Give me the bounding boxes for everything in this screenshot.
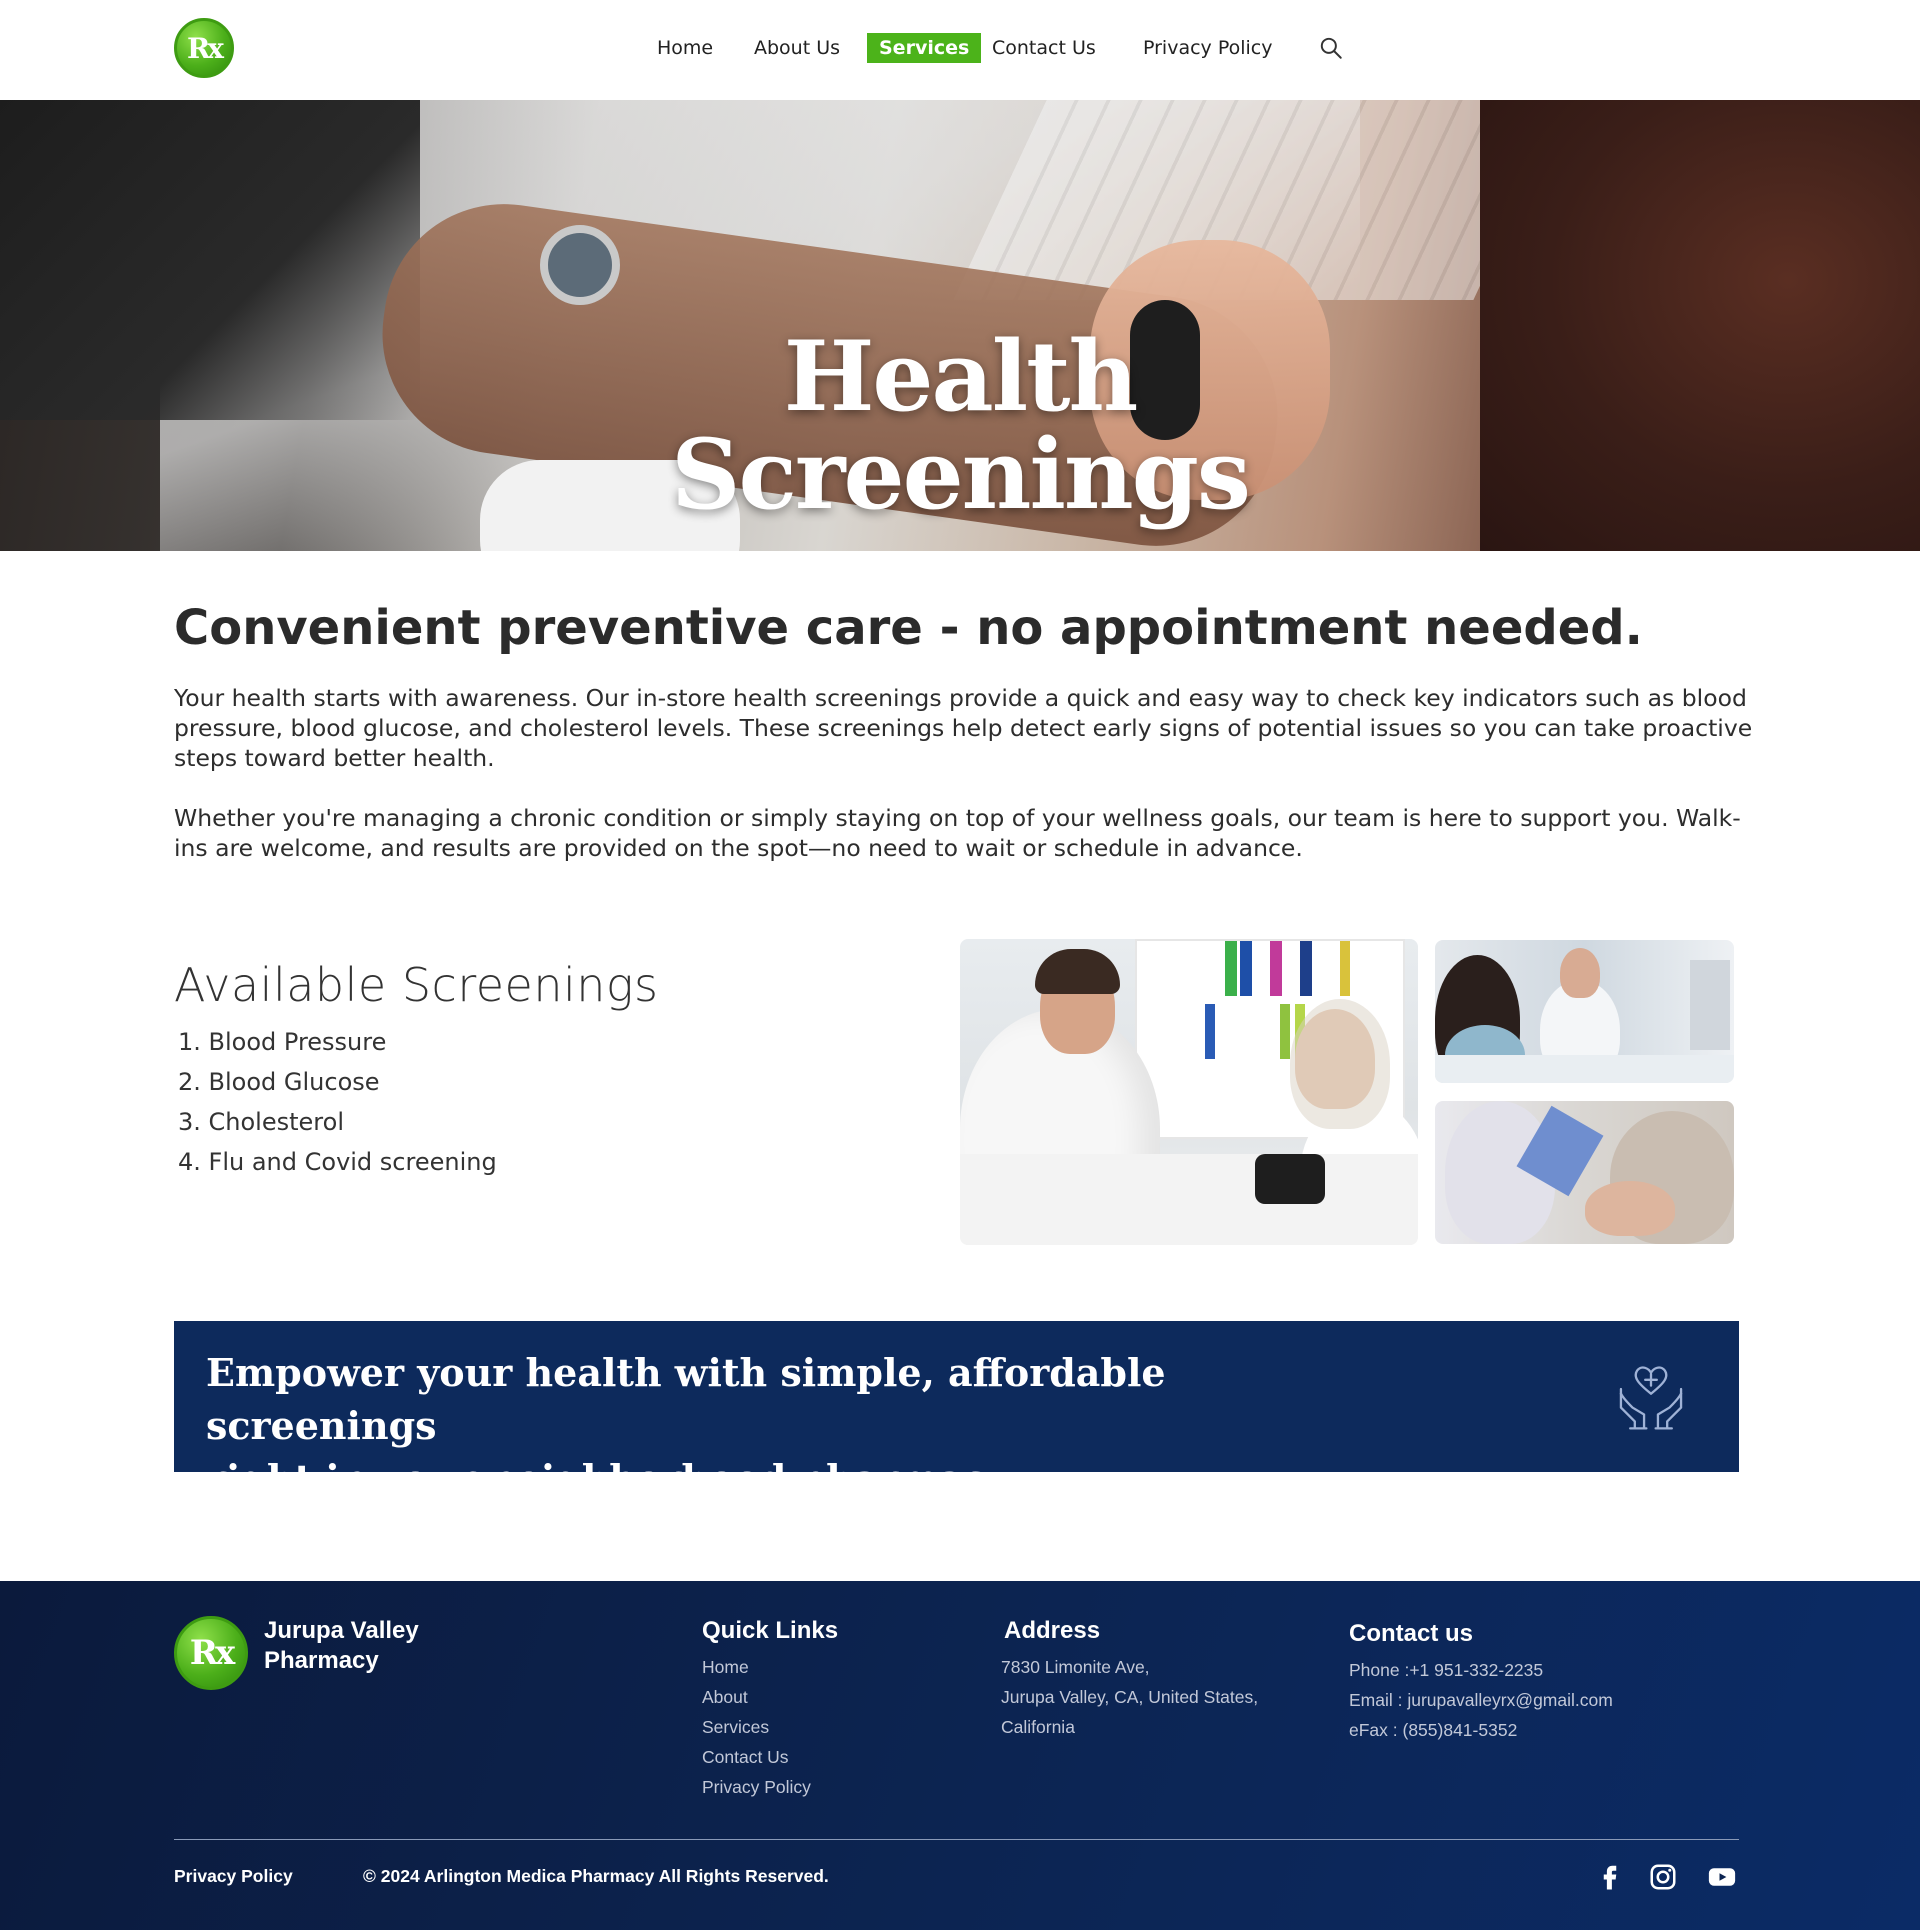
- screenings-list: 1. Blood Pressure 2. Blood Glucose 3. Ch…: [178, 1022, 497, 1182]
- footer-link-contact-us[interactable]: Contact Us: [702, 1747, 789, 1768]
- contact-fax: eFax : (855)841-5352: [1349, 1720, 1518, 1740]
- nav-contact-us[interactable]: Contact Us: [992, 33, 1096, 63]
- hero-banner: Health Screenings: [0, 100, 1920, 551]
- footer-logo-text: Rx: [189, 1633, 235, 1673]
- hands-heart-care-icon: [1619, 1366, 1683, 1430]
- address-line: California: [1001, 1717, 1075, 1737]
- screening-item: 1. Blood Pressure: [178, 1028, 387, 1056]
- address-line: Jurupa Valley, CA, United States,: [1001, 1687, 1259, 1707]
- nav-home[interactable]: Home: [657, 33, 713, 63]
- site-footer: Rx Jurupa Valley Pharmacy Quick Links Ho…: [0, 1581, 1920, 1930]
- banner-line-2: right in your neighborhood pharmacy.: [206, 1456, 1018, 1501]
- copyright-text: © 2024 Arlington Medica Pharmacy All Rig…: [363, 1866, 829, 1886]
- quick-links-heading: Quick Links: [702, 1617, 839, 1644]
- photo-doctor-clipboard: [1435, 1101, 1734, 1244]
- photo-doctor-consultation: [1435, 940, 1734, 1083]
- hero-title-line2: Screenings: [671, 418, 1251, 531]
- hero-title: Health Screenings: [0, 328, 1920, 524]
- facebook-icon[interactable]: [1595, 1862, 1625, 1892]
- intro-paragraph-1: Your health starts with awareness. Our i…: [174, 684, 1753, 772]
- contact-phone[interactable]: Phone :+1 951-332-2235: [1349, 1660, 1543, 1681]
- footer-privacy-policy-link[interactable]: Privacy Policy: [174, 1866, 293, 1887]
- search-icon[interactable]: [1318, 35, 1344, 61]
- hero-title-line1: Health: [783, 320, 1139, 433]
- nav-about-us[interactable]: About Us: [754, 33, 840, 63]
- screening-item: 3. Cholesterol: [178, 1108, 344, 1136]
- cta-banner: Empower your health with simple, afforda…: [174, 1321, 1739, 1501]
- stethoscope-image: [540, 225, 620, 305]
- banner-line-1: Empower your health with simple, afforda…: [206, 1350, 1166, 1448]
- screenings-title: Available Screenings: [174, 958, 659, 1012]
- address-heading: Address: [1004, 1617, 1101, 1644]
- contact-heading: Contact us: [1349, 1620, 1474, 1647]
- footer-link-services[interactable]: Services: [702, 1717, 769, 1738]
- screening-item: 2. Blood Glucose: [178, 1068, 380, 1096]
- main-nav: Home About Us Services Contact Us Privac…: [0, 33, 1920, 63]
- address-line: 7830 Limonite Ave,: [1001, 1657, 1150, 1677]
- footer-divider: [174, 1839, 1739, 1840]
- footer-link-about[interactable]: About: [702, 1687, 748, 1708]
- footer-link-home[interactable]: Home: [702, 1657, 749, 1678]
- footer-pharmacy-name: Jurupa Valley Pharmacy: [264, 1617, 419, 1674]
- photo-doctor-blood-pressure: [960, 939, 1418, 1245]
- contact-email[interactable]: Email : jurupavalleyrx@gmail.com: [1349, 1690, 1613, 1711]
- intro-title: Convenient preventive care - no appointm…: [174, 600, 1643, 656]
- footer-rx-logo[interactable]: Rx: [174, 1616, 248, 1690]
- youtube-icon[interactable]: [1707, 1862, 1737, 1892]
- footer-link-privacy-policy[interactable]: Privacy Policy: [702, 1777, 811, 1798]
- intro-paragraph-2: Whether you're managing a chronic condit…: [174, 804, 1741, 862]
- site-header: Rx Home About Us Services Contact Us Pri…: [0, 0, 1920, 100]
- screening-item: 4. Flu and Covid screening: [178, 1148, 497, 1176]
- nav-privacy-policy[interactable]: Privacy Policy: [1143, 33, 1272, 63]
- instagram-icon[interactable]: [1648, 1862, 1678, 1892]
- nav-services[interactable]: Services: [867, 33, 982, 63]
